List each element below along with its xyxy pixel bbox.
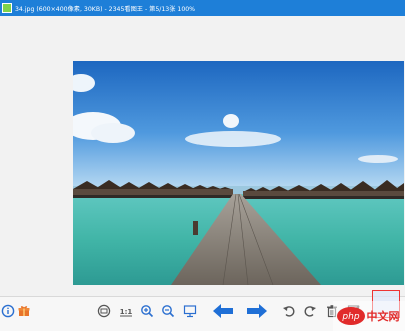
slideshow-icon[interactable] bbox=[182, 303, 198, 319]
gift-icon[interactable] bbox=[16, 303, 32, 319]
fit-window-icon[interactable] bbox=[96, 303, 112, 319]
window-title: 34.jpg (600×400像素, 30KB) - 2345看图王 - 第5/… bbox=[15, 5, 196, 13]
info-icon[interactable] bbox=[0, 303, 16, 319]
watermark-logo: php 中文网 bbox=[333, 301, 405, 331]
svg-text:php: php bbox=[341, 312, 359, 322]
previous-arrow-icon[interactable] bbox=[212, 303, 234, 319]
app-icon bbox=[2, 3, 12, 13]
rotate-right-icon[interactable] bbox=[302, 303, 318, 319]
svg-text:中文网: 中文网 bbox=[367, 309, 400, 323]
next-arrow-icon[interactable] bbox=[246, 303, 268, 319]
photo-image bbox=[73, 61, 404, 285]
image-viewport[interactable] bbox=[0, 16, 405, 296]
zoom-in-icon[interactable] bbox=[139, 303, 155, 319]
title-bar: 34.jpg (600×400像素, 30KB) - 2345看图王 - 第5/… bbox=[0, 0, 405, 16]
zoom-out-icon[interactable] bbox=[160, 303, 176, 319]
displayed-photo[interactable] bbox=[73, 61, 404, 285]
svg-text:1:1: 1:1 bbox=[120, 308, 133, 316]
rotate-left-icon[interactable] bbox=[281, 303, 297, 319]
actual-size-icon[interactable]: 1:1 bbox=[118, 303, 134, 319]
